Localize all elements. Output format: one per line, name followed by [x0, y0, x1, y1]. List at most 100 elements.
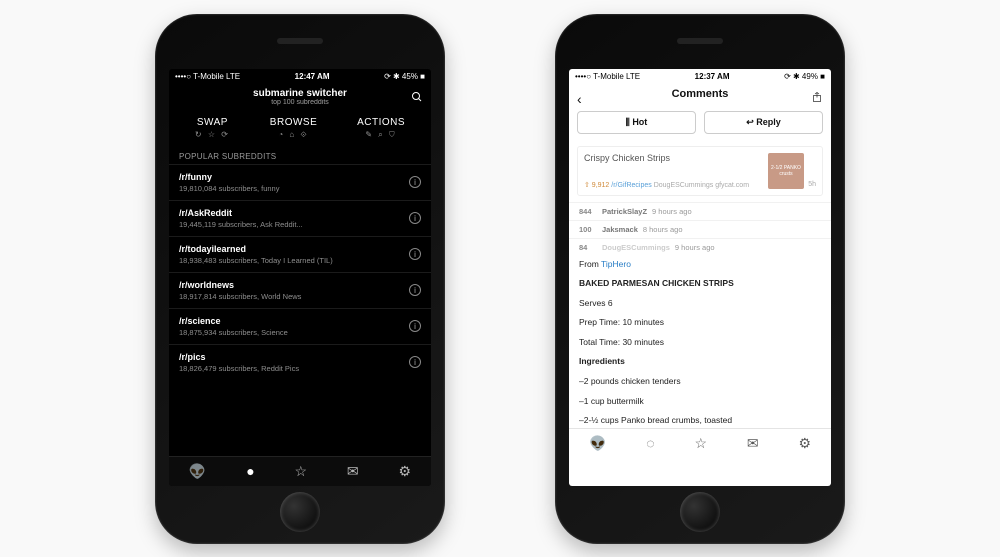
subreddit-meta: 18,875,934 subscribers, Science	[179, 328, 288, 337]
tab-gear-icon[interactable]: ⚙	[399, 463, 412, 480]
page-title: Comments	[569, 88, 831, 100]
tab-mail-icon[interactable]: ✉	[347, 463, 359, 480]
tab-alien-icon[interactable]: 👽	[189, 463, 206, 480]
from-label: From	[579, 259, 601, 269]
post-thumbnail[interactable]: 2-1/2 PANKO crusts	[768, 153, 804, 189]
segment-icons: ◔ ⌂ ⟐	[270, 130, 317, 140]
subreddit-name: /r/pics	[179, 352, 299, 362]
status-bar: ••••○ T-Mobile LTE 12:37 AM ⟳ ✱ 49% ■	[569, 69, 831, 85]
comment-body: From TipHero BAKED PARMESAN CHICKEN STRI…	[569, 256, 831, 428]
comment-score: 100	[579, 225, 597, 234]
tab-bar: 👽 ◌ ☆ ✉ ⚙	[569, 428, 831, 458]
status-battery: ⟳ ✱ 45% ■	[384, 72, 425, 81]
comment-user: PatrickSlayZ	[602, 207, 647, 216]
comment-user: Jaksmack	[602, 225, 638, 234]
subreddit-name: /r/funny	[179, 172, 279, 182]
source-link[interactable]: TipHero	[601, 259, 631, 269]
subreddit-meta: 18,917,814 subscribers, World News	[179, 292, 301, 301]
tab-gear-icon[interactable]: ⚙	[799, 435, 812, 452]
reply-icon: ↩	[746, 117, 756, 127]
status-battery: ⟳ ✱ 49% ■	[784, 72, 825, 81]
comment-age: 9 hours ago	[652, 207, 692, 216]
subreddit-meta: 18,938,483 subscribers, Today I Learned …	[179, 256, 333, 265]
list-item[interactable]: /r/worldnews 18,917,814 subscribers, Worl…	[169, 272, 431, 308]
comment-score: 844	[579, 207, 597, 216]
segment-control: SWAP ↻ ☆ ⟳ BROWSE ◔ ⌂ ⟐ ACTIONS ✎ ⌕ ⛉	[169, 111, 431, 144]
ingredients-label: Ingredients	[579, 356, 625, 366]
tab-mail-icon[interactable]: ✉	[747, 435, 759, 452]
segment-actions[interactable]: ACTIONS ✎ ⌕ ⛉	[357, 117, 405, 140]
comment-row[interactable]: 844 PatrickSlayZ 9 hours ago	[569, 202, 831, 220]
segment-label: BROWSE	[270, 117, 317, 128]
status-time: 12:37 AM	[695, 72, 730, 81]
tab-alien-icon[interactable]: 👽	[589, 435, 606, 452]
comment-score: 84	[579, 243, 597, 252]
info-icon[interactable]: i	[409, 320, 421, 332]
subreddit-meta: 19,810,084 subscribers, funny	[179, 184, 279, 193]
phone-frame-right: ••••○ T-Mobile LTE 12:37 AM ⟳ ✱ 49% ■ ‹ …	[555, 14, 845, 544]
subreddit-name: /r/todayilearned	[179, 244, 333, 254]
back-icon[interactable]: ‹	[577, 91, 582, 107]
status-carrier: ••••○ T-Mobile LTE	[175, 72, 240, 81]
post-subreddit[interactable]: /r/GifRecipes	[611, 182, 651, 189]
comment-row[interactable]: 84 DougESCummings 9 hours ago	[569, 238, 831, 256]
screen-dark: ••••○ T-Mobile LTE 12:47 AM ⟳ ✱ 45% ■ su…	[169, 69, 431, 486]
reply-button[interactable]: ↩ Reply	[704, 111, 823, 134]
sort-reply-row: ⫼ Hot ↩ Reply	[569, 105, 831, 140]
screen-light: ••••○ T-Mobile LTE 12:37 AM ⟳ ✱ 49% ■ ‹ …	[569, 69, 831, 486]
recipe-heading: BAKED PARMESAN CHICKEN STRIPS	[579, 278, 734, 288]
segment-swap[interactable]: SWAP ↻ ☆ ⟳	[195, 117, 230, 140]
subreddit-name: /r/worldnews	[179, 280, 301, 290]
ingredient-item: –2-½ cups Panko bread crumbs, toasted	[579, 414, 821, 428]
post-age: 5h	[808, 181, 816, 188]
tab-browse-icon[interactable]: ◌	[646, 435, 654, 451]
list-item[interactable]: /r/AskReddit 19,445,119 subscribers, Ask …	[169, 200, 431, 236]
segment-browse[interactable]: BROWSE ◔ ⌂ ⟐	[270, 117, 317, 140]
tab-star-icon[interactable]: ☆	[694, 435, 707, 452]
post-author: DougESCummings	[654, 182, 714, 189]
comment-user: DougESCummings	[602, 243, 670, 252]
post-card[interactable]: 2-1/2 PANKO crusts Crispy Chicken Strips…	[577, 146, 823, 196]
subreddit-meta: 19,445,119 subscribers, Ask Reddit...	[179, 220, 303, 229]
post-domain: gfycat.com	[715, 182, 749, 189]
section-header: POPULAR SUBREDDITS	[169, 144, 431, 164]
segment-label: SWAP	[195, 117, 230, 128]
tab-star-icon[interactable]: ☆	[295, 463, 308, 480]
recipe-total: Total Time: 30 minutes	[579, 336, 821, 350]
subreddit-list[interactable]: /r/funny 19,810,084 subscribers, funny i /…	[169, 164, 431, 456]
sort-hot-button[interactable]: ⫼ Hot	[577, 111, 696, 134]
ingredient-item: –1 cup buttermilk	[579, 395, 821, 409]
recipe-prep: Prep Time: 10 minutes	[579, 316, 821, 330]
status-time: 12:47 AM	[295, 72, 330, 81]
nav-bar: submarine switcher top 100 subreddits	[169, 85, 431, 111]
segment-icons: ↻ ☆ ⟳	[195, 130, 230, 139]
post-score: ⇧ 9,912	[584, 182, 609, 189]
info-icon[interactable]: i	[409, 356, 421, 368]
search-icon[interactable]	[411, 91, 423, 105]
info-icon[interactable]: i	[409, 284, 421, 296]
list-item[interactable]: /r/todayilearned 18,938,483 subscribers, …	[169, 236, 431, 272]
share-icon[interactable]	[811, 91, 823, 105]
list-item[interactable]: /r/funny 19,810,084 subscribers, funny i	[169, 164, 431, 200]
comment-age: 9 hours ago	[675, 243, 715, 252]
phone-frame-left: ••••○ T-Mobile LTE 12:47 AM ⟳ ✱ 45% ■ su…	[155, 14, 445, 544]
page-title: submarine switcher	[169, 88, 431, 99]
segment-label: ACTIONS	[357, 117, 405, 128]
ingredient-item: –2 pounds chicken tenders	[579, 375, 821, 389]
tab-bar: 👽 ● ☆ ✉ ⚙	[169, 456, 431, 486]
comment-row[interactable]: 100 Jaksmack 8 hours ago	[569, 220, 831, 238]
status-carrier: ••••○ T-Mobile LTE	[575, 72, 640, 81]
info-icon[interactable]: i	[409, 176, 421, 188]
comment-age: 8 hours ago	[643, 225, 683, 234]
tab-browse-icon[interactable]: ●	[246, 463, 254, 479]
segment-icons: ✎ ⌕ ⛉	[357, 130, 405, 140]
subreddit-name: /r/AskReddit	[179, 208, 303, 218]
info-icon[interactable]: i	[409, 212, 421, 224]
info-icon[interactable]: i	[409, 248, 421, 260]
subreddit-name: /r/science	[179, 316, 288, 326]
list-item[interactable]: /r/pics 18,826,479 subscribers, Reddit Pi…	[169, 344, 431, 380]
subreddit-meta: 18,826,479 subscribers, Reddit Pics	[179, 364, 299, 373]
nav-bar: ‹ Comments	[569, 85, 831, 105]
recipe-serves: Serves 6	[579, 297, 821, 311]
list-item[interactable]: /r/science 18,875,934 subscribers, Scienc…	[169, 308, 431, 344]
